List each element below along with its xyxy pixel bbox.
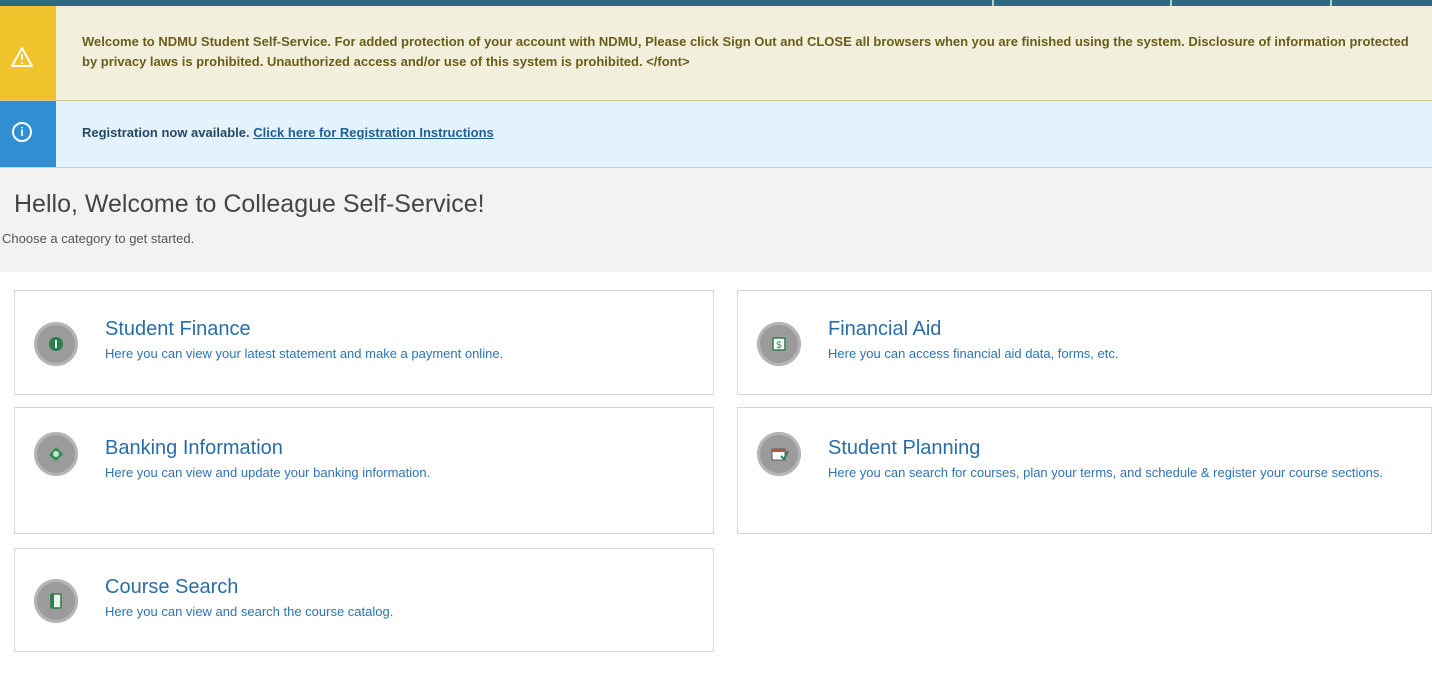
category-title: Student Planning xyxy=(828,437,981,459)
money-icon xyxy=(34,322,78,366)
book-icon xyxy=(34,579,78,623)
warning-icon xyxy=(11,47,33,67)
info-alert: Registration now available. Click here f… xyxy=(0,101,1432,168)
info-alert-message: Registration now available. xyxy=(82,125,254,140)
page-subtitle: Choose a category to get started. xyxy=(2,231,195,246)
svg-text:$: $ xyxy=(776,340,782,351)
category-description: Here you can view and search the course … xyxy=(105,604,394,619)
category-card-financial-aid[interactable]: $ Financial Aid Here you can access fina… xyxy=(737,290,1432,395)
category-title: Financial Aid xyxy=(828,318,942,340)
dollar-document-icon: $ xyxy=(757,322,801,366)
page-title: Hello, Welcome to Colleague Self-Service… xyxy=(14,190,485,218)
category-description: Here you can view and update your bankin… xyxy=(105,465,431,480)
calendar-check-icon xyxy=(757,432,801,476)
category-title: Course Search xyxy=(105,576,239,598)
category-title: Student Finance xyxy=(105,318,251,340)
welcome-section: Hello, Welcome to Colleague Self-Service… xyxy=(0,168,1432,272)
category-description: Here you can access financial aid data, … xyxy=(828,346,1119,361)
category-card-banking-information[interactable]: Banking Information Here you can view an… xyxy=(14,407,714,534)
registration-instructions-link[interactable]: Click here for Registration Instructions xyxy=(253,125,494,140)
info-alert-text: Registration now available. Click here f… xyxy=(82,123,1426,143)
category-description: Here you can view your latest statement … xyxy=(105,346,504,361)
category-card-student-planning[interactable]: Student Planning Here you can search for… xyxy=(737,407,1432,534)
category-description: Here you can search for courses, plan yo… xyxy=(828,465,1383,480)
category-card-course-search[interactable]: Course Search Here you can view and sear… xyxy=(14,548,714,652)
info-icon: i xyxy=(12,122,32,142)
banking-icon xyxy=(34,432,78,476)
warning-alert: Welcome to NDMU Student Self-Service. Fo… xyxy=(0,6,1432,101)
category-card-student-finance[interactable]: Student Finance Here you can view your l… xyxy=(14,290,714,395)
warning-alert-text: Welcome to NDMU Student Self-Service. Fo… xyxy=(82,34,1409,69)
category-title: Banking Information xyxy=(105,437,283,459)
